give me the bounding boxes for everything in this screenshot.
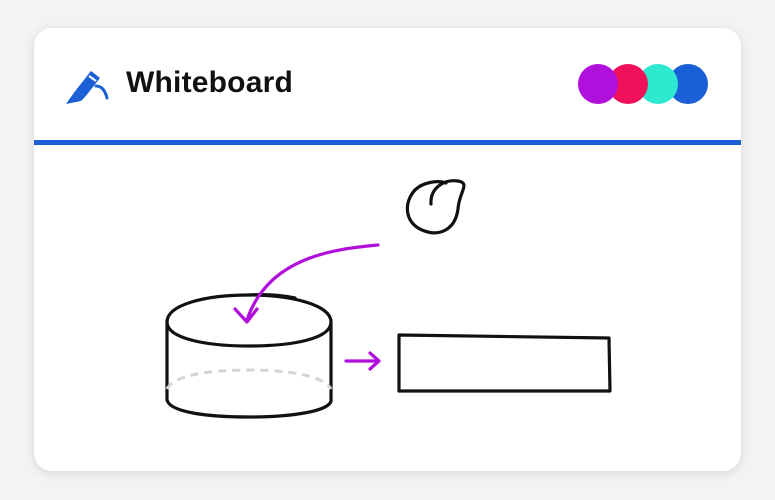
whiteboard-card: Whiteboard (34, 28, 741, 471)
rectangle-shape[interactable] (397, 333, 612, 393)
marker-pen-icon (66, 71, 109, 104)
page-title: Whiteboard (126, 66, 293, 99)
collaborator-avatars[interactable] (574, 62, 714, 106)
card-header: Whiteboard (34, 28, 741, 140)
curved-arrow-connector[interactable] (245, 243, 380, 322)
curved-arrow-head (233, 307, 259, 324)
avatar-collaborator-purple[interactable] (578, 64, 618, 104)
whiteboard-canvas[interactable] (34, 145, 741, 471)
